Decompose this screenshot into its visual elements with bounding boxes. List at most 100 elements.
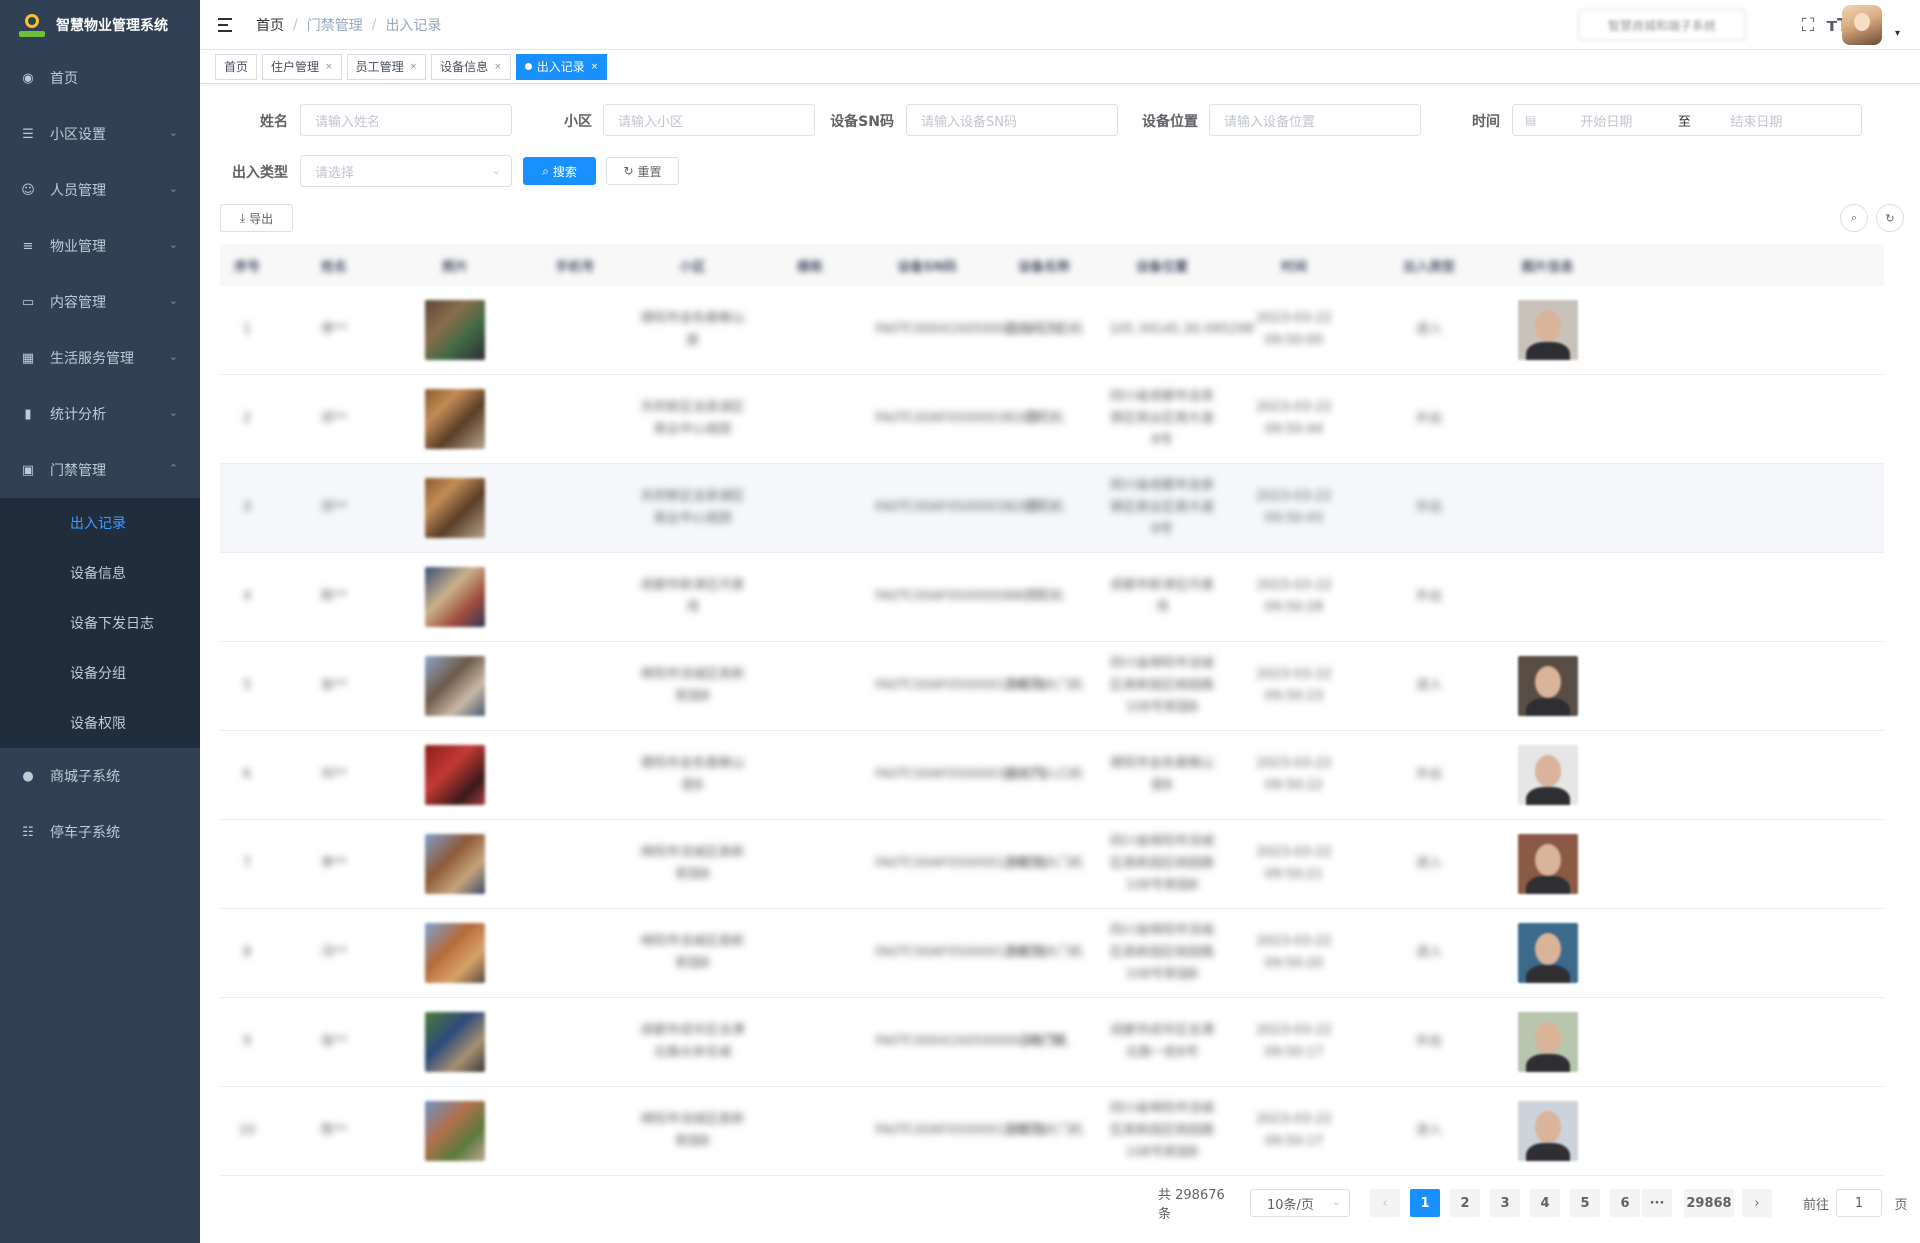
tab-1[interactable]: 首页 (215, 53, 258, 80)
fullscreen-icon[interactable]: ⛶ (1798, 15, 1818, 36)
tab-4[interactable]: 设备信息 × (431, 53, 511, 80)
sidebar-subitem-2[interactable]: 设备信息 (0, 548, 200, 598)
sidebar-item-1[interactable]: ◉ 首页 (0, 50, 200, 106)
tab-5[interactable]: 出入记录 × (515, 53, 608, 80)
last-page-button[interactable]: 29868 (1684, 1189, 1734, 1217)
table-row[interactable]: 3 邓** 天府新区龙泉湖区商业中心组团 FA0TC00AF050000382CTK 南… (220, 464, 1884, 553)
community-input[interactable]: 请输入小区 (603, 104, 815, 136)
face-capture-image[interactable] (1517, 300, 1578, 360)
sidebar-item-4[interactable]: ≡ 物业管理 ⌄ (0, 218, 200, 274)
breadcrumb: 首页 / 门禁管理 / 出入记录 (256, 15, 441, 35)
tab-3[interactable]: 员工管理 × (346, 53, 427, 80)
sidebar-item-3[interactable]: ☺ 人员管理 ⌄ (0, 162, 200, 218)
table-cell-device: 正大门入口机 (1004, 322, 1083, 337)
table-cell-device: 东侧北大门机 (1004, 856, 1083, 871)
close-icon[interactable]: × (325, 62, 333, 72)
record-photo[interactable] (425, 923, 485, 983)
table-row[interactable]: 9 张** 成都市成华区龙潭北路水岸名城 FA0TC00041005000003ACT… (220, 998, 1884, 1087)
goto-page-input[interactable]: 1 (1836, 1189, 1882, 1217)
page-button-2[interactable]: 2 (1450, 1189, 1480, 1217)
face-capture-image[interactable] (1517, 1012, 1578, 1072)
sidebar-subitem-3[interactable]: 设备下发日志 (0, 598, 200, 648)
table-cell-type: 进入 (1415, 856, 1442, 871)
records-table: 序号 姓名 照片 手机号 小区 楼栋 设备SN码 设备名称 设备位置 时间 出入类型 图片信息 1 李*… (220, 244, 1884, 1176)
table-row[interactable]: 10 陈** 绵阳市涪城区高新家园B FA0TC00AF050000129CTK 东侧北… (220, 1087, 1884, 1176)
next-page-button[interactable]: › (1742, 1189, 1772, 1217)
date-range-picker[interactable]: ▤ 开始日期 至 结束日期 (1512, 104, 1862, 136)
start-date-input[interactable]: 开始日期 (1580, 111, 1660, 130)
close-icon[interactable]: × (494, 62, 502, 72)
face-capture-image[interactable] (1517, 656, 1578, 716)
record-photo[interactable] (425, 389, 485, 449)
record-photo[interactable] (425, 834, 485, 894)
face-capture-image[interactable] (1517, 834, 1578, 894)
record-photo[interactable] (425, 656, 485, 716)
tab-2[interactable]: 住户管理 × (262, 53, 342, 80)
record-photo[interactable] (425, 1012, 485, 1072)
table-cell-community: 成都市新津区丹景湾 (640, 578, 745, 615)
sidebar-item-8[interactable]: ▣ 门禁管理 ⌃ (0, 442, 200, 498)
sidebar-item-label: 人员管理 (50, 183, 106, 199)
page-button-6[interactable]: 6 (1610, 1189, 1640, 1217)
breadcrumb-access-control[interactable]: 门禁管理 (307, 15, 363, 35)
sidebar-item-7[interactable]: ▮ 统计分析 ⌄ (0, 386, 200, 442)
close-icon[interactable]: × (410, 62, 418, 72)
table-cell-face (1491, 1012, 1604, 1072)
page-button-5[interactable]: 5 (1570, 1189, 1600, 1217)
record-photo[interactable] (425, 567, 485, 627)
table-row[interactable]: 6 刘** 德阳市金色香榭山居B FA0TC00AF050000386CTK 正大门入口… (220, 731, 1884, 820)
end-date-input[interactable]: 结束日期 (1730, 111, 1810, 130)
table-cell-face (1491, 834, 1604, 894)
table-cell-type: 进入 (1415, 678, 1442, 693)
record-photo[interactable] (425, 300, 485, 360)
sidebar-subitem-1[interactable]: 出入记录 (0, 498, 200, 548)
table-row[interactable]: 5 张** 绵阳市涪城区高新家园B FA0TC00AF050000129CTK 东侧北大… (220, 642, 1884, 731)
toggle-search-button[interactable]: ⌕ (1840, 204, 1868, 232)
device-sn-input[interactable]: 请输入设备SN码 (906, 104, 1118, 136)
table-cell-time: 2023-03-22 09:50:22 (1256, 756, 1332, 793)
page-button-1[interactable]: 1 (1410, 1189, 1440, 1217)
avatar[interactable] (1842, 5, 1882, 45)
page-button-3[interactable]: 3 (1490, 1189, 1520, 1217)
table-cell-device: 正大门入口机 (1004, 767, 1083, 782)
name-input[interactable]: 请输入姓名 (300, 104, 512, 136)
table-row[interactable]: 4 陈** 成都市新津区丹景湾 FA0TC00AF050000088CTK 大门机 成都市… (220, 553, 1884, 642)
caret-down-icon[interactable]: ▾ (1895, 28, 1900, 39)
record-photo[interactable] (425, 1101, 485, 1161)
prev-page-button[interactable]: ‹ (1370, 1189, 1400, 1217)
search-button[interactable]: ⌕ 搜索 (523, 157, 596, 185)
sidebar-submenu-access-control: 出入记录 设备信息 设备下发日志 设备分组 设备权限 (0, 498, 200, 748)
page-size-select[interactable]: 10条/页 ⌄ (1250, 1189, 1350, 1217)
table-cell-index: 9 (242, 1034, 252, 1049)
record-photo[interactable] (425, 478, 485, 538)
subsystem-button[interactable]: 智慧商城和端子系统 (1578, 9, 1746, 41)
export-button[interactable]: ⤓ 导出 (220, 204, 293, 232)
sidebar-item-label: 物业管理 (50, 239, 106, 255)
breadcrumb-home[interactable]: 首页 (256, 15, 284, 35)
face-capture-image[interactable] (1517, 923, 1578, 983)
page-button-4[interactable]: 4 (1530, 1189, 1560, 1217)
table-row[interactable]: 8 冯** 绵阳市涪城区高新家园B FA0TC00AF050000129CTK 东侧北大… (220, 909, 1884, 998)
page-more-button[interactable]: ··· (1642, 1189, 1672, 1217)
refresh-button[interactable]: ↻ (1876, 204, 1904, 232)
device-location-input[interactable]: 请输入设备位置 (1209, 104, 1421, 136)
table-cell-photo (394, 745, 516, 805)
table-row[interactable]: 2 邓** 天府新区龙泉湖区商业中心组团 FA0TC00AF050000382CTK 南… (220, 375, 1884, 464)
hamburger-icon[interactable] (218, 17, 234, 32)
reset-button[interactable]: ↻ 重置 (606, 157, 679, 185)
face-capture-image[interactable] (1517, 1101, 1578, 1161)
record-photo[interactable] (425, 745, 485, 805)
app-logo[interactable]: 智慧物业管理系统 (0, 0, 200, 50)
sidebar-item-2[interactable]: ☰ 小区设置 ⌄ (0, 106, 200, 162)
sidebar-subitem-5[interactable]: 设备权限 (0, 698, 200, 748)
entry-type-select[interactable]: 请选择 ⌄ (300, 155, 512, 187)
sidebar-subitem-4[interactable]: 设备分组 (0, 648, 200, 698)
sidebar-item-6[interactable]: ▦ 生活服务管理 ⌄ (0, 330, 200, 386)
sidebar-item-9[interactable]: ● 商城子系统 (0, 748, 200, 804)
close-icon[interactable]: × (591, 62, 599, 72)
table-row[interactable]: 7 李** 绵阳市涪城区高新家园B FA0TC00AF050000129CTK 东侧北大… (220, 820, 1884, 909)
table-row[interactable]: 1 李** 德阳市金色香榭山居 FA0TC00041005000003ACTK 正大门入… (220, 286, 1884, 375)
sidebar-item-5[interactable]: ▭ 内容管理 ⌄ (0, 274, 200, 330)
face-capture-image[interactable] (1517, 745, 1578, 805)
sidebar-item-10[interactable]: ☷ 停车子系统 (0, 804, 200, 860)
